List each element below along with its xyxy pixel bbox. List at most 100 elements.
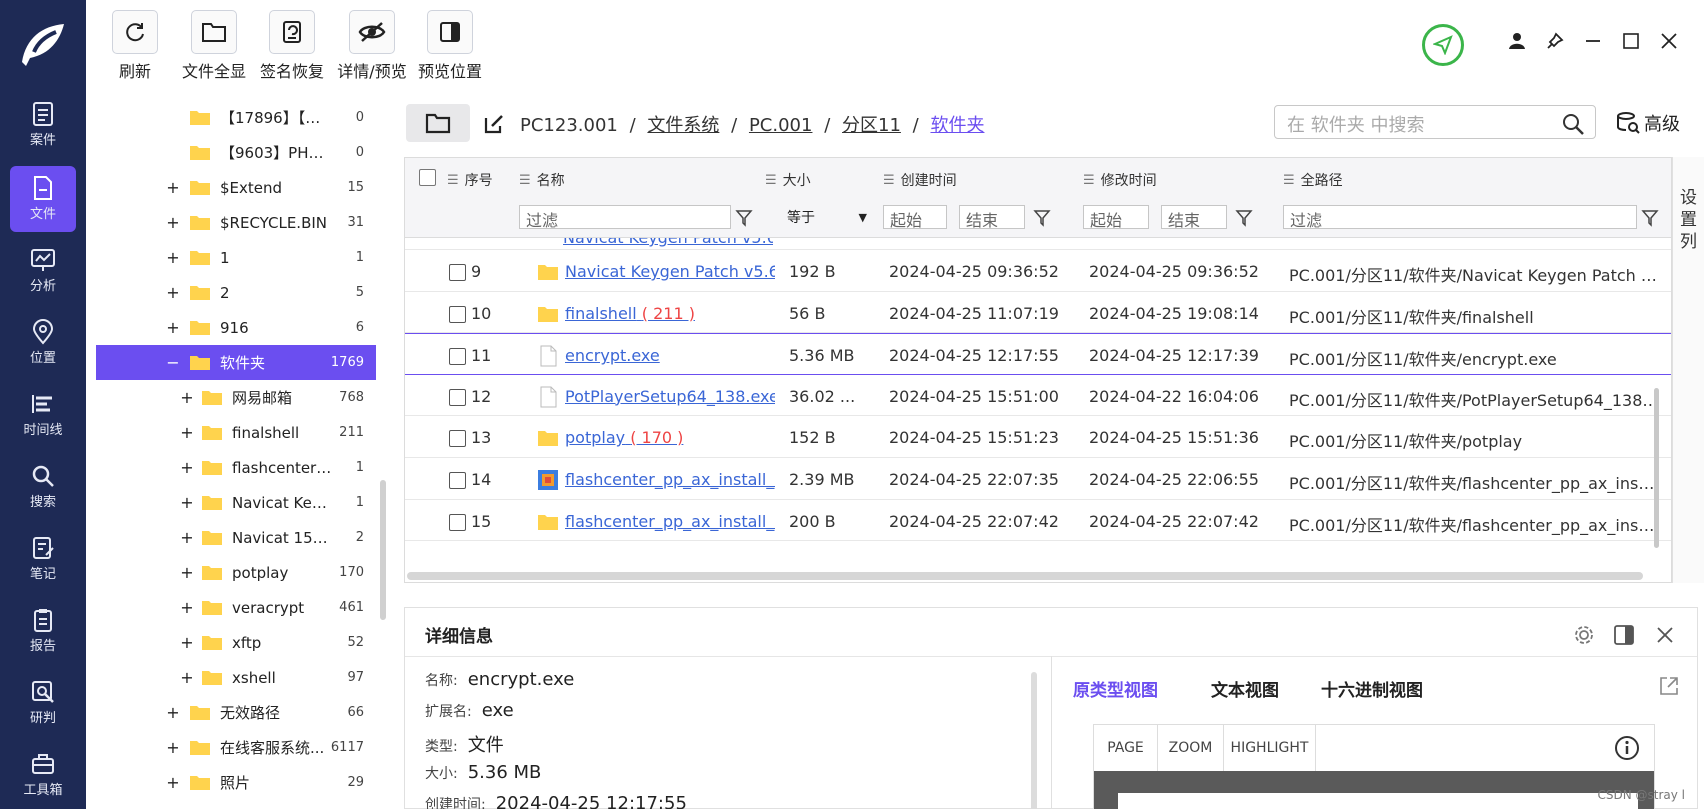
- modified-start-input[interactable]: 起始: [1083, 205, 1149, 230]
- collapse-icon[interactable]: −: [166, 353, 180, 372]
- table-row[interactable]: 9 Navicat Keygen Patch v5.6.0 192 B 2024-0…: [405, 250, 1671, 292]
- expand-icon[interactable]: +: [166, 248, 180, 267]
- expand-icon[interactable]: +: [180, 528, 194, 547]
- tab-text-view[interactable]: 文本视图: [1211, 676, 1279, 701]
- tree-item[interactable]: + 无效路径 66: [96, 695, 376, 730]
- row-checkbox[interactable]: [449, 430, 466, 448]
- table-row[interactable]: 10 finalshell ( 211 ) 56 B 2024-04-25 11:07…: [405, 292, 1671, 334]
- name-filter-input[interactable]: 过滤: [519, 205, 731, 230]
- tree-item[interactable]: + veracrypt 461: [96, 590, 376, 625]
- breadcrumb-item[interactable]: PC.001: [749, 115, 813, 136]
- tree-item[interactable]: + $Extend 15: [96, 170, 376, 205]
- tree-item[interactable]: +2 5: [96, 275, 376, 310]
- modified-end-input[interactable]: 结束: [1161, 205, 1227, 230]
- maximize-button[interactable]: [1620, 30, 1642, 52]
- breadcrumb-item[interactable]: 分区11: [842, 115, 901, 136]
- row-checkbox[interactable]: [449, 472, 466, 489]
- detail-preview-button[interactable]: 详情/预览: [334, 10, 410, 82]
- tree-item[interactable]: + Navicat 15.0.2... 2: [96, 520, 376, 555]
- row-checkbox[interactable]: [449, 348, 466, 366]
- advanced-search-button[interactable]: 高级: [1616, 110, 1680, 136]
- file-name-link[interactable]: finalshell ( 211 ): [565, 304, 775, 323]
- column-settings-button[interactable]: 设置列: [1672, 157, 1704, 583]
- show-all-files-button[interactable]: 文件全显: [178, 10, 250, 82]
- pin-button[interactable]: [1544, 30, 1566, 52]
- panel-right-icon[interactable]: [1613, 624, 1635, 646]
- created-end-input[interactable]: 结束: [959, 205, 1025, 230]
- rail-item-research[interactable]: 研判: [10, 670, 76, 736]
- tree-item[interactable]: + finalshell 211: [96, 415, 376, 450]
- row-checkbox[interactable]: [449, 388, 466, 406]
- filter-icon[interactable]: [735, 209, 753, 227]
- search-input[interactable]: 在 软件夹 中搜索: [1274, 105, 1596, 139]
- tree-item[interactable]: + 网易邮箱 768: [96, 380, 376, 415]
- tree-item[interactable]: + potplay 170: [96, 555, 376, 590]
- tree-item[interactable]: + 照片 29: [96, 765, 376, 800]
- column-name[interactable]: ☰ 名称: [519, 170, 565, 190]
- external-link-icon[interactable]: [1657, 674, 1681, 698]
- status-indicator[interactable]: [1422, 24, 1464, 66]
- expand-icon[interactable]: +: [166, 283, 180, 302]
- tree-scrollbar[interactable]: [380, 480, 386, 620]
- expand-icon[interactable]: +: [180, 458, 194, 477]
- info-icon[interactable]: [1614, 735, 1640, 761]
- filter-icon[interactable]: [1033, 209, 1051, 227]
- column-index[interactable]: ☰ 序号: [447, 170, 493, 190]
- expand-icon[interactable]: +: [166, 773, 180, 792]
- tree-item[interactable]: + xftp 52: [96, 625, 376, 660]
- close-icon[interactable]: [1655, 625, 1675, 645]
- user-button[interactable]: [1506, 30, 1528, 52]
- folder-view-button[interactable]: [406, 104, 470, 142]
- expand-icon[interactable]: +: [180, 633, 194, 652]
- size-operator-select[interactable]: 等于 ▼: [787, 205, 867, 229]
- page-button[interactable]: PAGE: [1094, 725, 1158, 771]
- rail-item-file[interactable]: 文件: [10, 166, 76, 232]
- refresh-button[interactable]: 刷新: [112, 10, 158, 82]
- tree-item[interactable]: + xshell 97: [96, 660, 376, 695]
- expand-icon[interactable]: +: [180, 668, 194, 687]
- column-size[interactable]: ☰ 大小: [765, 170, 811, 190]
- expand-icon[interactable]: +: [166, 738, 180, 757]
- rail-item-location[interactable]: 位置: [10, 310, 76, 376]
- minimize-button[interactable]: [1582, 30, 1604, 52]
- file-name-link[interactable]: flashcenter_pp_ax_install_cn: [565, 470, 775, 489]
- table-row[interactable]: 14 flashcenter_pp_ax_install_cn 2.39 MB 20…: [405, 458, 1671, 500]
- tree-item[interactable]: + $RECYCLE.BIN 31: [96, 205, 376, 240]
- tree-item[interactable]: + flashcenter_pp... 1: [96, 450, 376, 485]
- expand-icon[interactable]: +: [166, 318, 180, 337]
- expand-icon[interactable]: +: [166, 178, 180, 197]
- column-modified[interactable]: ☰ 修改时间: [1083, 170, 1157, 190]
- rail-item-case[interactable]: 案件: [10, 92, 76, 158]
- table-row[interactable]: 15 flashcenter_pp_ax_install_cn 200 B 2024…: [405, 500, 1671, 542]
- breadcrumb-item[interactable]: 文件系统: [647, 115, 719, 136]
- search-icon[interactable]: [1561, 112, 1585, 136]
- file-name-link[interactable]: Navicat Keygen Patch v5.6.0: [565, 262, 775, 281]
- tab-hex-view[interactable]: 十六进制视图: [1321, 676, 1423, 701]
- rail-item-timeline[interactable]: 时间线: [10, 382, 76, 448]
- preview-position-button[interactable]: 预览位置: [414, 10, 486, 82]
- expand-icon[interactable]: +: [180, 423, 194, 442]
- table-row-partial[interactable]: Navicat Keygen Patch v5.6.0: [405, 238, 1671, 250]
- expand-icon[interactable]: +: [180, 563, 194, 582]
- expand-icon[interactable]: +: [180, 493, 194, 512]
- rail-item-toolbox[interactable]: 工具箱: [10, 742, 76, 806]
- file-name-link[interactable]: flashcenter_pp_ax_install_cn: [565, 512, 775, 531]
- zoom-button[interactable]: ZOOM: [1158, 725, 1224, 771]
- close-button[interactable]: [1658, 30, 1680, 52]
- tree-item[interactable]: 【17896】【微盘... 0: [96, 100, 376, 135]
- filter-icon[interactable]: [1235, 209, 1253, 227]
- expand-icon[interactable]: +: [180, 598, 194, 617]
- tree-item[interactable]: +916 6: [96, 310, 376, 345]
- tree-item[interactable]: 【9603】PHP多... 0: [96, 135, 376, 170]
- rail-item-report[interactable]: 报告: [10, 598, 76, 664]
- row-checkbox[interactable]: [449, 264, 466, 281]
- signature-recover-button[interactable]: 签名恢复: [256, 10, 328, 82]
- rail-item-notes[interactable]: 笔记: [10, 526, 76, 592]
- path-filter-input[interactable]: 过滤: [1283, 205, 1637, 230]
- breadcrumb-current[interactable]: 软件夹: [930, 115, 984, 136]
- highlight-button[interactable]: HIGHLIGHT: [1224, 725, 1316, 771]
- file-name-link[interactable]: PotPlayerSetup64_138.exe: [565, 387, 775, 406]
- breadcrumb-root[interactable]: PC123.001: [520, 115, 618, 136]
- file-name-link[interactable]: potplay ( 170 ): [565, 428, 775, 447]
- filter-icon[interactable]: [1641, 209, 1659, 227]
